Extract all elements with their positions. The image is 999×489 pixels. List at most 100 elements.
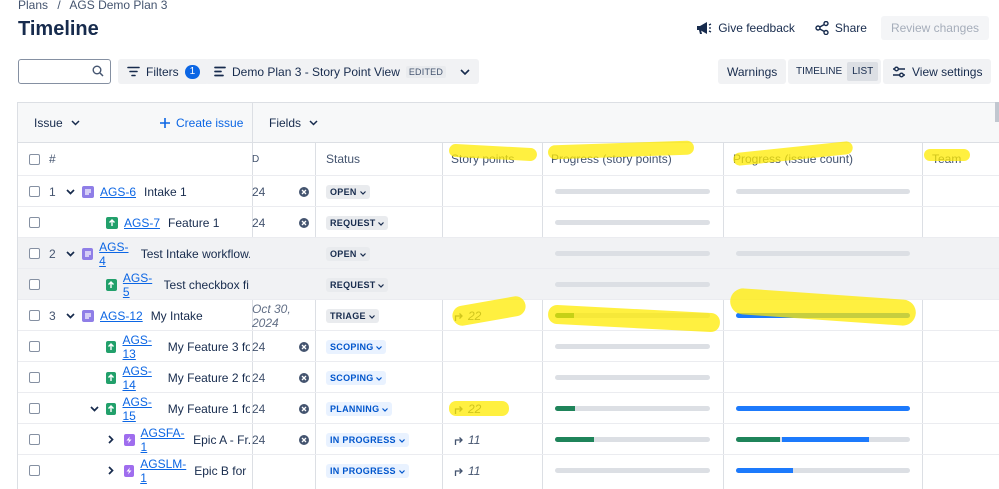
expand-toggle[interactable] [108, 424, 114, 455]
review-changes-button[interactable]: Review changes [880, 16, 989, 40]
story-points-cell[interactable]: 22 [454, 393, 481, 424]
view-settings-button[interactable]: View settings [883, 59, 992, 84]
story-points-cell[interactable]: 22 [454, 300, 481, 331]
progress-issue-count-column-header[interactable]: Progress (issue count) [733, 143, 853, 175]
issue-key-link[interactable]: AGS-12 [100, 309, 143, 323]
clear-date-button[interactable] [299, 424, 309, 455]
issue-key-link[interactable]: AGS-7 [124, 216, 160, 230]
clear-date-button[interactable] [299, 331, 309, 362]
status-dropdown[interactable]: TRIAGE [326, 300, 379, 331]
date-cell[interactable]: 24 [252, 176, 300, 207]
table-row[interactable]: 3 AGS-12 My Intake Oct 30, 2024 TRIAGE 22 [18, 299, 999, 330]
give-feedback-button[interactable]: Give feedback [690, 17, 801, 39]
row-checkbox[interactable] [29, 403, 40, 414]
date-cell[interactable] [252, 455, 300, 486]
table-row[interactable]: AGSLM-1 Epic B for ... IN PROGRESS 11 [18, 454, 999, 485]
status-dropdown[interactable]: SCOPING [326, 362, 387, 393]
table-row[interactable]: AGSFA-1 Epic A - Fr...24 IN PROGRESS 11 [18, 423, 999, 454]
row-checkbox[interactable] [29, 310, 40, 321]
row-checkbox-cell [29, 238, 40, 269]
chevron-down-icon [398, 438, 405, 443]
collapse-toggle[interactable] [90, 393, 99, 424]
table-row[interactable]: 1 AGS-6 Intake 1 24 OPEN [18, 175, 999, 206]
collapse-toggle[interactable] [66, 238, 75, 269]
status-column-header[interactable]: Status [326, 143, 360, 175]
table-row[interactable]: 2 AGS-4 Test Intake workflow... OPEN [18, 237, 999, 268]
progress-story-points-bar [555, 437, 710, 442]
row-checkbox[interactable] [29, 248, 40, 259]
status-dropdown[interactable]: REQUEST [326, 207, 389, 238]
issue-key-link[interactable]: AGSLM-1 [140, 457, 186, 485]
timeline-tab[interactable]: TIMELINE [791, 62, 847, 81]
issue-key-link[interactable]: AGS-5 [123, 271, 156, 299]
expand-toggle[interactable] [108, 455, 114, 486]
search-input[interactable] [23, 60, 93, 82]
status-dropdown[interactable]: IN PROGRESS [326, 424, 409, 455]
issue-key-link[interactable]: AGS-15 [122, 395, 159, 423]
story-points-cell[interactable]: 11 [454, 455, 480, 486]
table-row[interactable]: AGS-15 My Feature 1 fo...24 PLANNING 22 [18, 392, 999, 423]
create-issue-button[interactable]: Create issue [160, 116, 243, 130]
story-points-cell[interactable]: 11 [454, 424, 480, 455]
issue-key-link[interactable]: AGS-6 [100, 185, 136, 199]
chevron-right-icon [108, 466, 114, 475]
collapse-toggle[interactable] [66, 300, 75, 331]
progress-issue-count-bar [736, 437, 910, 442]
list-tab[interactable]: LIST [847, 62, 879, 81]
issue-cell: AGS-15 My Feature 1 fo... [106, 393, 250, 424]
breadcrumb-plans[interactable]: Plans [18, 0, 48, 12]
row-checkbox[interactable] [29, 372, 40, 383]
date-cell[interactable] [252, 269, 300, 300]
clear-icon [299, 434, 309, 445]
clear-date-button[interactable] [299, 362, 309, 393]
search-icon[interactable] [92, 65, 104, 77]
status-dropdown[interactable]: REQUEST [326, 269, 389, 300]
select-all-checkbox[interactable] [29, 153, 40, 165]
clear-date-button[interactable] [299, 393, 309, 424]
clear-date-button[interactable] [299, 176, 309, 207]
status-dropdown[interactable]: OPEN [326, 176, 370, 207]
table-row[interactable]: AGS-13 My Feature 3 fo...24 SCOPING [18, 330, 999, 361]
table-row[interactable]: AGS-7 Feature 1 24 REQUEST [18, 206, 999, 237]
collapse-toggle[interactable] [66, 176, 75, 207]
clear-icon [299, 217, 309, 228]
date-cell[interactable]: 24 [252, 393, 300, 424]
row-checkbox[interactable] [29, 186, 40, 197]
date-cell[interactable]: 24 [252, 331, 300, 362]
view-selector-button[interactable]: Demo Plan 3 - Story Point View EDITED [205, 59, 480, 84]
row-checkbox[interactable] [29, 434, 40, 445]
progress-story-points-bar [555, 282, 710, 287]
status-dropdown[interactable]: PLANNING [326, 393, 393, 424]
breadcrumb-plan[interactable]: AGS Demo Plan 3 [69, 0, 167, 12]
row-checkbox[interactable] [29, 341, 40, 352]
row-checkbox[interactable] [29, 217, 40, 228]
intake-type-icon [82, 309, 94, 322]
issue-column-menu[interactable]: Issue [34, 116, 80, 130]
date-cell[interactable]: 24 [252, 207, 300, 238]
intake-type-icon [82, 247, 94, 260]
fields-menu-button[interactable]: Fields [269, 116, 318, 130]
filters-button[interactable]: Filters 1 [118, 59, 210, 84]
issue-key-link[interactable]: AGS-14 [122, 364, 159, 392]
issue-key-link[interactable]: AGS-13 [122, 333, 159, 361]
date-cell[interactable]: Oct 30, 2024 [252, 300, 300, 331]
clear-date-button[interactable] [299, 207, 309, 238]
row-checkbox[interactable] [29, 465, 40, 476]
status-dropdown[interactable]: OPEN [326, 238, 370, 269]
progress-story-points-column-header[interactable]: Progress (story points) [551, 143, 672, 175]
issue-key-link[interactable]: AGS-4 [99, 240, 133, 268]
warnings-button[interactable]: Warnings [718, 59, 787, 84]
story-points-column-header[interactable]: Story points [451, 143, 514, 175]
row-checkbox[interactable] [29, 279, 40, 290]
table-row[interactable]: AGS-14 My Feature 2 fo...24 SCOPING [18, 361, 999, 392]
status-dropdown[interactable]: IN PROGRESS [326, 455, 409, 486]
vertical-scrollbar[interactable] [995, 102, 999, 122]
date-cell[interactable]: 24 [252, 424, 300, 455]
date-cell[interactable] [252, 238, 300, 269]
issue-key-link[interactable]: AGSFA-1 [141, 426, 186, 454]
team-column-header[interactable]: Team [932, 143, 961, 175]
date-cell[interactable]: 24 [252, 362, 300, 393]
status-dropdown[interactable]: SCOPING [326, 331, 387, 362]
share-button[interactable]: Share [809, 17, 873, 39]
table-row[interactable]: AGS-5 Test checkbox fi... REQUEST [18, 268, 999, 299]
